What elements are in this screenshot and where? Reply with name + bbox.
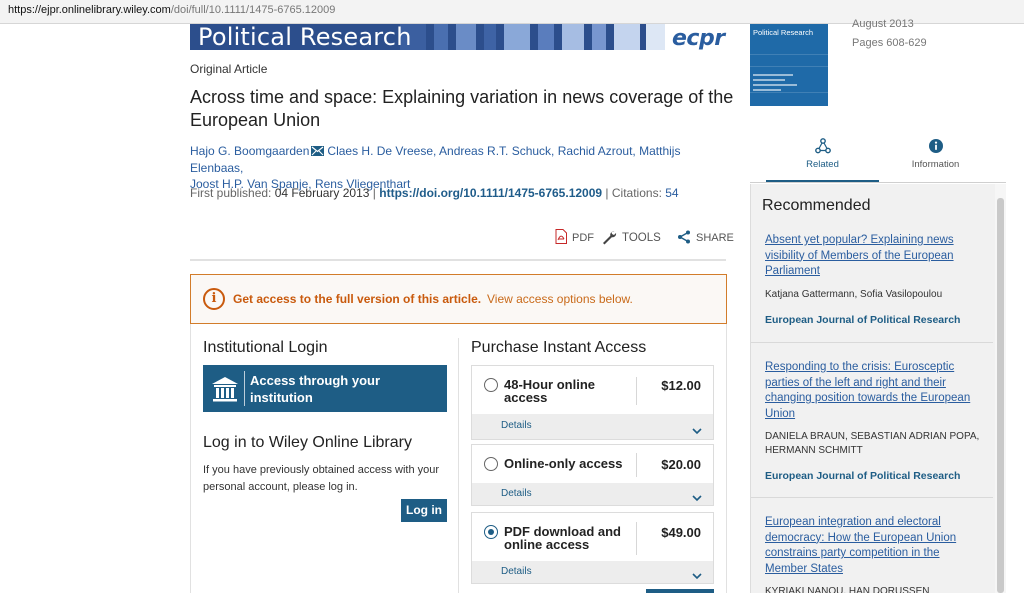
option-name: 48-Hour online access xyxy=(504,377,596,405)
recommended-item: Responding to the crisis: Eurosceptic pa… xyxy=(751,352,993,498)
button-separator xyxy=(244,371,245,406)
purchase-heading: Purchase Instant Access xyxy=(471,339,647,356)
wiley-login-heading: Log in to Wiley Online Library xyxy=(203,434,412,451)
related-icon xyxy=(814,138,831,154)
details-toggle[interactable]: Details xyxy=(472,414,713,439)
info-icon: i xyxy=(203,288,225,310)
tab-information[interactable]: Information xyxy=(879,138,992,183)
option-price: $12.00 xyxy=(661,378,701,393)
tab-information-label: Information xyxy=(911,159,960,170)
option-divider xyxy=(636,522,637,555)
pdf-label: PDF xyxy=(572,232,594,244)
first-published-date: 04 February 2013 xyxy=(274,186,370,200)
recommended-item-authors: DANIELA BRAUN, SEBASTIAN ADRIAN POPA, HE… xyxy=(765,431,980,456)
citations-count-link[interactable]: 54 xyxy=(665,186,678,200)
author-link[interactable]: Hajo G. Boomgaarden xyxy=(190,144,309,158)
purchase-radio-pdf-online[interactable] xyxy=(484,525,498,539)
purchase-radio-online-only[interactable] xyxy=(484,457,498,471)
share-icon xyxy=(677,230,696,247)
recommended-item-authors: Katjana Gattermann, Sofia Vasilopoulou xyxy=(765,289,943,300)
chevron-down-icon xyxy=(692,489,702,507)
chevron-down-icon xyxy=(692,567,702,585)
purchase-option-48-hour[interactable]: 48-Hour online access $12.00 Details xyxy=(471,365,714,440)
view-access-options-link[interactable]: View access options below. xyxy=(487,292,633,306)
journal-cover-image[interactable]: Political Research xyxy=(750,24,828,106)
envelope-icon[interactable] xyxy=(311,144,325,160)
log-in-button[interactable]: Log in xyxy=(401,499,447,522)
tab-related-label: Related xyxy=(806,159,839,170)
institution-icon xyxy=(210,375,240,403)
pdf-button[interactable]: PDF xyxy=(555,229,594,247)
cover-title: Political Research xyxy=(753,28,814,37)
issue-date: August 2013 xyxy=(852,18,914,30)
recommended-item: Absent yet popular? Explaining news visi… xyxy=(751,225,993,343)
cover-text-lines xyxy=(753,74,798,94)
share-label: SHARE xyxy=(696,232,734,244)
access-through-institution-button[interactable]: Access through your institution xyxy=(203,365,447,412)
recommended-item-journal-link[interactable]: European Journal of Political Research xyxy=(765,470,960,482)
access-notice-strong: Get access to the full version of this a… xyxy=(233,292,482,306)
share-button[interactable]: SHARE xyxy=(677,230,734,246)
purchase-option-pdf-online[interactable]: PDF download and online access $49.00 De… xyxy=(471,512,714,584)
tab-related[interactable]: Related xyxy=(766,138,879,183)
article-type: Original Article xyxy=(190,62,268,76)
first-published-label: First published: xyxy=(190,186,272,200)
details-toggle[interactable]: Details xyxy=(472,483,713,505)
wrench-icon xyxy=(601,229,622,248)
details-label: Details xyxy=(501,488,532,499)
pdf-icon xyxy=(555,229,572,247)
option-divider xyxy=(636,453,637,477)
login-description: If you have previously obtained access w… xyxy=(203,464,440,493)
details-toggle[interactable]: Details xyxy=(472,561,713,583)
meta-separator: | xyxy=(372,186,376,200)
recommended-item-title-link[interactable]: Absent yet popular? Explaining news visi… xyxy=(765,233,977,280)
divider xyxy=(190,259,726,261)
info-icon xyxy=(928,139,943,153)
recommended-item-authors: KYRIAKI NANOU, HAN DORUSSEN xyxy=(765,586,930,593)
recommended-heading: Recommended xyxy=(762,197,871,214)
option-name: PDF download and online access xyxy=(504,524,621,552)
citations-label: Citations: xyxy=(611,186,662,200)
author-list: Hajo G. Boomgaarden Claes H. De Vreese, A… xyxy=(190,143,710,192)
details-label: Details xyxy=(501,566,532,577)
scrollbar-thumb[interactable] xyxy=(997,198,1004,593)
publication-meta: First published: 04 February 2013 | http… xyxy=(190,186,679,200)
option-price: $20.00 xyxy=(661,457,701,472)
institutional-login-heading: Institutional Login xyxy=(203,339,328,356)
meta-separator: | xyxy=(605,186,609,200)
recommended-item-journal-link[interactable]: European Journal of Political Research xyxy=(765,314,960,326)
purchase-radio-48-hour[interactable] xyxy=(484,378,498,392)
option-price: $49.00 xyxy=(661,525,701,540)
article-title: Across time and space: Explaining variat… xyxy=(190,87,734,130)
recommended-item: European integration and electoral democ… xyxy=(751,508,993,593)
tools-label: TOOLS xyxy=(622,232,661,244)
doi-link[interactable]: https://doi.org/10.1111/1475-6765.12009 xyxy=(379,186,602,200)
chevron-down-icon xyxy=(692,422,702,440)
tab-underline-rule xyxy=(750,182,1006,183)
url-path: /doi/full/10.1111/1475-6765.12009 xyxy=(170,4,336,16)
access-through-institution-label: Access through your institution xyxy=(250,373,381,405)
issue-pages: Pages 608-629 xyxy=(852,37,927,49)
column-divider xyxy=(458,338,459,593)
access-notice: i Get access to the full version of this… xyxy=(190,274,727,324)
ecpr-logo[interactable]: ecpr xyxy=(672,26,725,51)
option-divider xyxy=(636,377,637,405)
purchase-option-online-only[interactable]: Online-only access $20.00 Details xyxy=(471,444,714,506)
recommended-item-title-link[interactable]: Responding to the crisis: Eurosceptic pa… xyxy=(765,360,977,422)
banner-pattern xyxy=(400,24,665,50)
banner-title: Political Research xyxy=(198,24,412,50)
recommended-scrollbar[interactable] xyxy=(995,184,1006,593)
journal-banner[interactable]: Political Research xyxy=(190,24,665,50)
recommended-item-title-link[interactable]: European integration and electoral democ… xyxy=(765,515,977,577)
tools-button[interactable]: TOOLS xyxy=(601,230,661,246)
option-name: Online-only access xyxy=(504,456,623,471)
details-label: Details xyxy=(501,420,532,431)
url-domain: https://ejpr.onlinelibrary.wiley.com xyxy=(8,4,171,16)
purchase-button[interactable] xyxy=(646,589,714,593)
